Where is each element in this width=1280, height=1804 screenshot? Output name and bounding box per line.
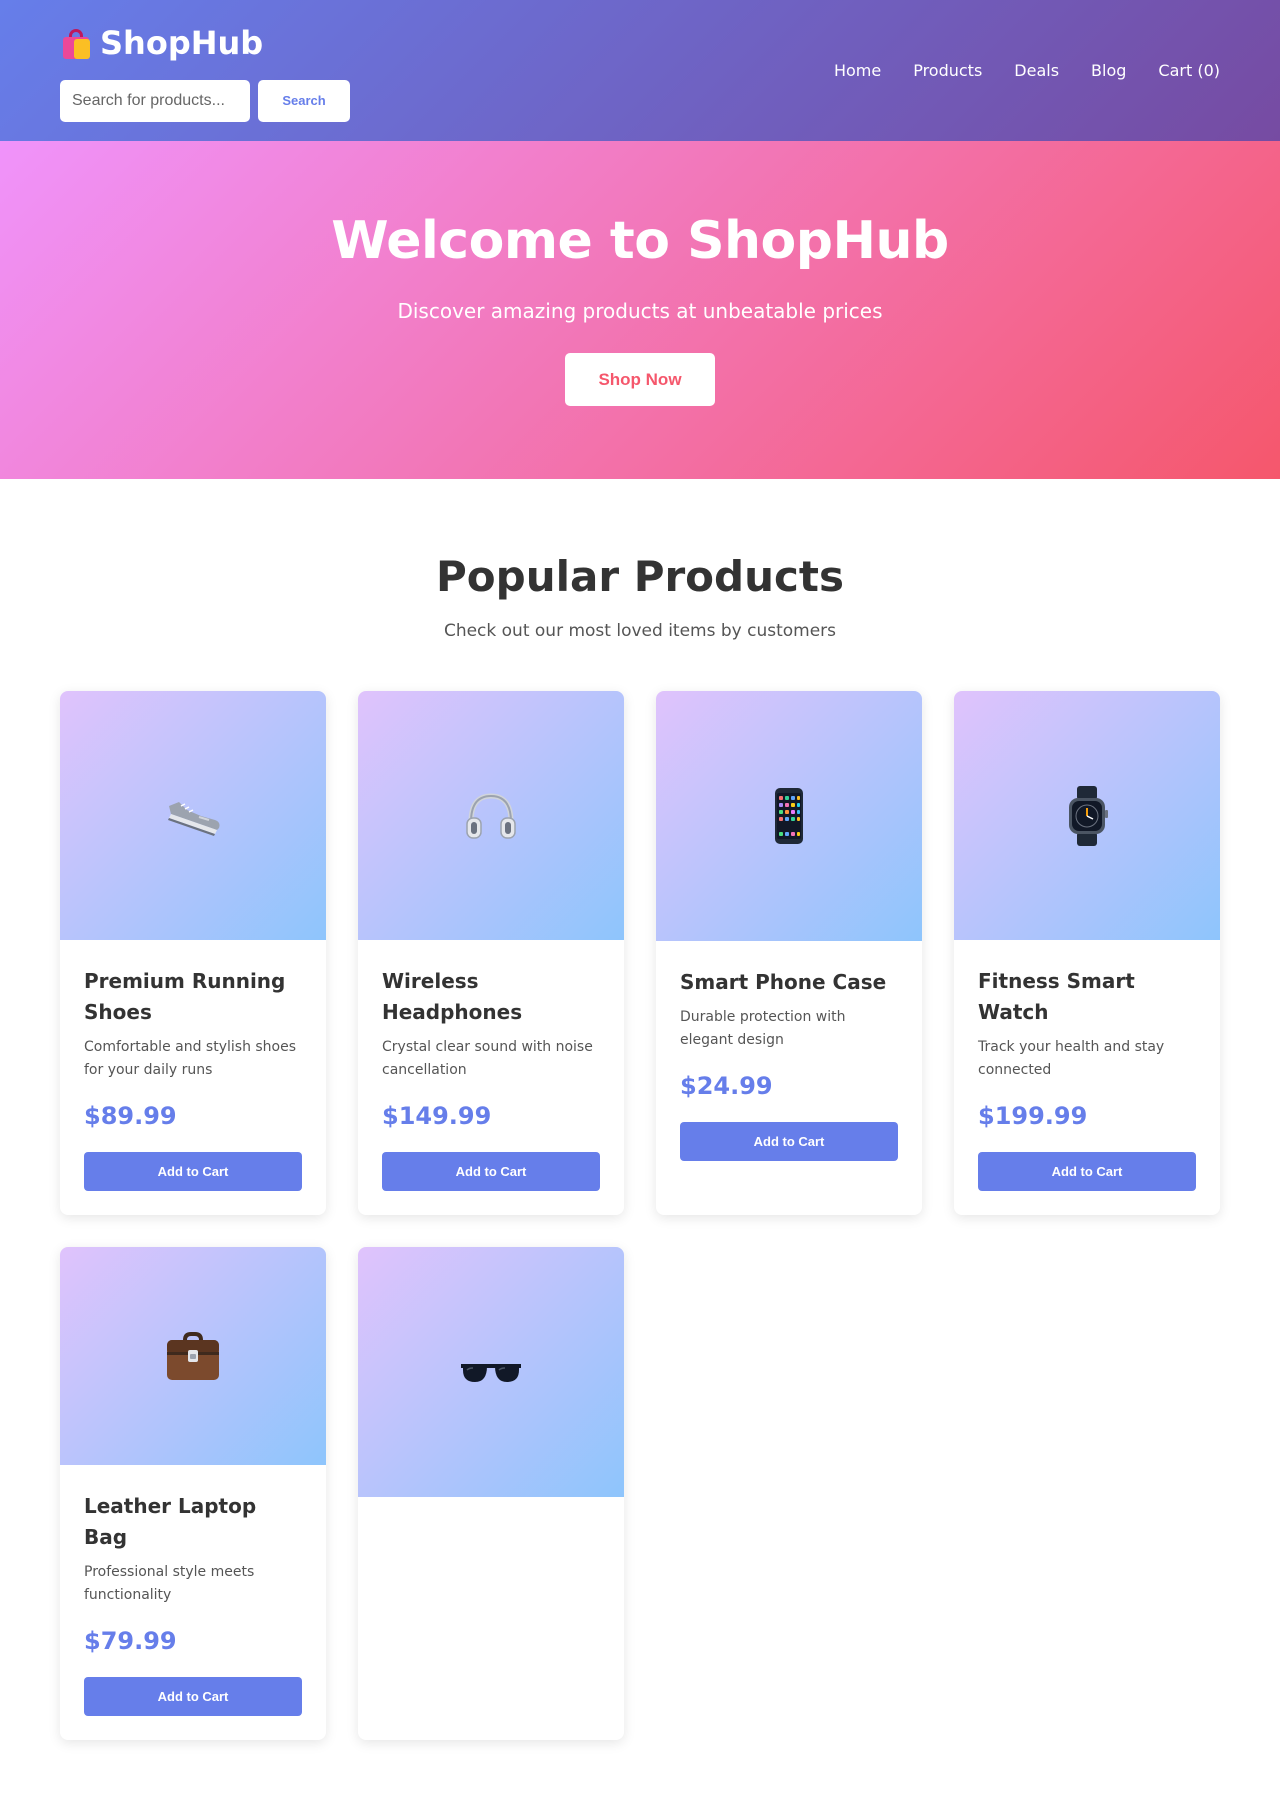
nav-blog[interactable]: Blog: [1091, 61, 1126, 80]
running-shoe-icon: [168, 801, 220, 836]
shopping-bags-icon: [60, 27, 92, 59]
header-left: ShopHub Search: [60, 24, 350, 122]
product-name[interactable]: Wireless Headphones: [382, 966, 600, 1028]
product-card: Fitness Smart Watch Track your health an…: [954, 691, 1220, 1215]
product-body: Fitness Smart Watch Track your health an…: [954, 940, 1220, 1215]
product-body: Smart Phone Case Durable protection with…: [656, 941, 922, 1185]
product-price: $79.99: [84, 1627, 177, 1655]
search-bar: Search: [60, 79, 350, 122]
product-card: Leather Laptop Bag Professional style me…: [60, 1247, 326, 1740]
add-to-cart-button[interactable]: Add to Cart: [382, 1152, 600, 1191]
product-image[interactable]: [358, 691, 624, 940]
search-input[interactable]: [60, 79, 250, 122]
product-image[interactable]: [954, 691, 1220, 940]
product-card: Wireless Headphones Crystal clear sound …: [358, 691, 624, 1215]
main-nav: Home Products Deals Blog Cart (0): [834, 61, 1220, 80]
nav-products[interactable]: Products: [913, 61, 982, 80]
product-name[interactable]: Premium Running Shoes: [84, 966, 302, 1028]
section-subtitle: Check out our most loved items by custom…: [443, 621, 837, 641]
search-button[interactable]: Search: [258, 79, 350, 122]
mobile-phone-icon: [775, 788, 803, 844]
products-section: Popular Products Check out our most love…: [0, 552, 1280, 1740]
section-title: Popular Products: [436, 552, 844, 601]
product-grid: Premium Running Shoes Comfortable and st…: [60, 691, 1220, 1740]
product-card: Smart Phone Case Durable protection with…: [656, 691, 922, 1215]
product-body: Wireless Headphones Crystal clear sound …: [358, 940, 624, 1215]
product-name[interactable]: Smart Phone Case: [680, 967, 898, 998]
logo[interactable]: ShopHub: [60, 24, 350, 62]
sunglasses-icon: [461, 1364, 521, 1382]
product-body: [358, 1497, 624, 1547]
logo-text: ShopHub: [100, 23, 264, 62]
product-description: Crystal clear sound with noise cancellat…: [382, 1039, 593, 1078]
add-to-cart-button[interactable]: Add to Cart: [84, 1152, 302, 1191]
nav-home[interactable]: Home: [834, 61, 881, 80]
product-description: Durable protection with elegant design: [680, 1009, 846, 1048]
product-body: Premium Running Shoes Comfortable and st…: [60, 940, 326, 1215]
product-price: $149.99: [382, 1102, 492, 1130]
shop-now-button[interactable]: Shop Now: [565, 353, 715, 406]
smart-watch-icon: [1069, 785, 1108, 846]
product-price: $199.99: [978, 1102, 1088, 1130]
product-image[interactable]: [60, 1247, 326, 1465]
product-name[interactable]: Leather Laptop Bag: [84, 1491, 302, 1553]
nav-deals[interactable]: Deals: [1014, 61, 1059, 80]
add-to-cart-button[interactable]: Add to Cart: [84, 1677, 302, 1716]
product-body: Leather Laptop Bag Professional style me…: [60, 1465, 326, 1740]
hero-title: Welcome to ShopHub: [331, 211, 949, 271]
product-image[interactable]: [656, 691, 922, 941]
add-to-cart-button[interactable]: Add to Cart: [680, 1122, 898, 1161]
product-name[interactable]: Fitness Smart Watch: [978, 966, 1196, 1028]
hero-banner: Welcome to ShopHub Discover amazing prod…: [0, 141, 1280, 479]
product-price: $24.99: [680, 1072, 773, 1100]
site-header: ShopHub Search Home Products Deals Blog …: [0, 0, 1280, 141]
hero-subtitle: Discover amazing products at unbeatable …: [397, 299, 883, 323]
briefcase-icon: [167, 1332, 219, 1380]
nav-cart[interactable]: Cart (0): [1158, 61, 1220, 80]
product-card: Premium Running Shoes Comfortable and st…: [60, 691, 326, 1215]
product-description: Professional style meets functionality: [84, 1564, 255, 1603]
headphones-icon: [466, 792, 516, 839]
product-description: Track your health and stay connected: [978, 1039, 1165, 1078]
product-image[interactable]: [60, 691, 326, 940]
product-image[interactable]: [358, 1247, 624, 1497]
product-description: Comfortable and stylish shoes for your d…: [84, 1039, 297, 1078]
add-to-cart-button[interactable]: Add to Cart: [978, 1152, 1196, 1191]
product-price: $89.99: [84, 1102, 177, 1130]
product-card: [358, 1247, 624, 1740]
